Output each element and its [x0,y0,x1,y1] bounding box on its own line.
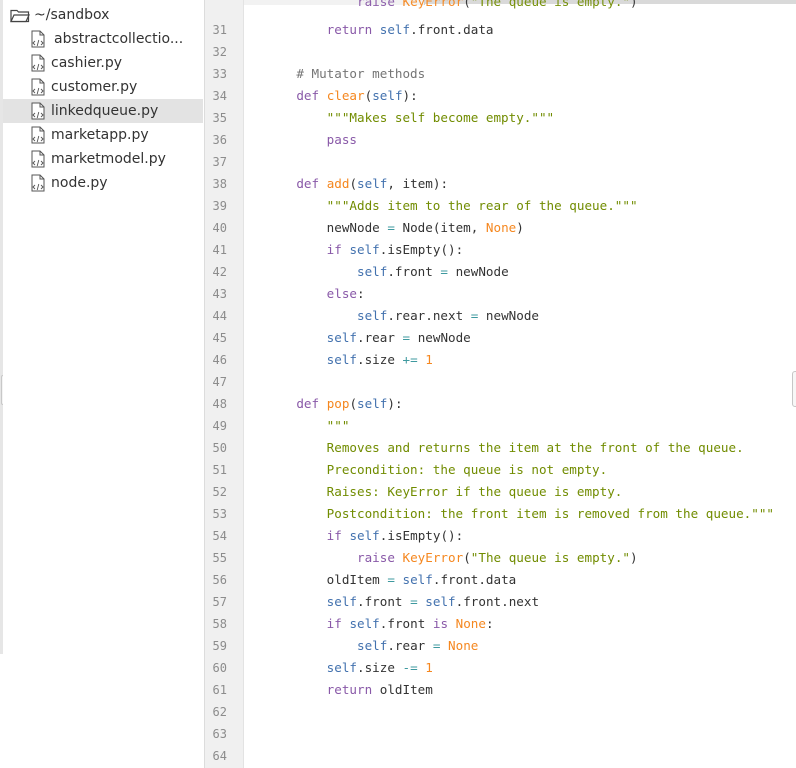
python-file-icon [31,78,45,96]
tree-root-folder[interactable]: ~/sandbox [10,4,109,26]
right-splitter-grip[interactable] [792,371,796,407]
line-number: 38 [212,177,227,191]
line-number: 53 [212,507,227,521]
line-number: 34 [212,89,227,103]
code-line[interactable]: # Mutator methods [266,63,425,85]
line-number: 63 [212,727,227,741]
line-number: 51 [212,463,227,477]
sidebar-file-label: customer.py [51,79,138,95]
python-file-icon [31,126,45,144]
line-number: 52 [212,485,227,499]
code-line[interactable]: self.front = self.front.next [266,591,539,613]
line-number: 56 [212,573,227,587]
code-line[interactable]: newNode = Node(item, None) [266,217,524,239]
sidebar-file-5[interactable]: marketmodel.py [3,147,203,171]
line-number: 60 [212,661,227,675]
sidebar-file-1[interactable]: cashier.py [3,51,203,75]
code-line[interactable]: def pop(self): [266,393,402,415]
line-number: 57 [212,595,227,609]
line-number: 45 [212,331,227,345]
line-number: 42 [212,265,227,279]
line-number: 39 [212,199,227,213]
tree-root-label: ~/sandbox [34,7,110,23]
sidebar-file-label: node.py [51,175,108,191]
line-number: 47 [212,375,227,389]
sidebar-file-label: linkedqueue.py [51,103,159,119]
sidebar-file-0[interactable]: abstractcollectio... [3,27,203,51]
sidebar-file-2[interactable]: customer.py [3,75,203,99]
code-editor[interactable]: raise KeyError("The queue is empty.") 31 … [204,0,796,768]
line-number: 46 [212,353,227,367]
sidebar-file-label: cashier.py [51,55,123,71]
partial-code-line: raise KeyError("The queue is empty.") [357,0,638,9]
code-line[interactable]: Postcondition: the front item is removed… [266,503,774,525]
code-line[interactable]: """Makes self become empty.""" [266,107,554,129]
line-number: 36 [212,133,227,147]
code-line[interactable]: else: [266,283,365,305]
line-number: 44 [212,309,227,323]
python-file-icon [31,150,45,168]
code-line[interactable]: return oldItem [266,679,433,701]
line-number: 58 [212,617,227,631]
file-tree-sidebar: ~/sandbox abstractcollectio... cashier.py… [3,0,203,768]
sidebar-file-6[interactable]: node.py [3,171,203,195]
line-number: 49 [212,419,227,433]
line-number: 64 [212,749,227,763]
python-file-icon [31,54,45,72]
line-number: 32 [212,45,227,59]
code-line[interactable]: if self.isEmpty(): [266,525,464,547]
python-file-icon [31,30,45,48]
code-line[interactable]: self.size -= 1 [266,657,433,679]
line-number: 43 [212,287,227,301]
code-line[interactable]: def add(self, item): [266,173,448,195]
code-line[interactable]: Precondition: the queue is not empty. [266,459,608,481]
line-number: 35 [212,111,227,125]
code-line[interactable]: self.size += 1 [266,349,433,371]
line-number: 50 [212,441,227,455]
code-line[interactable]: self.rear = newNode [266,327,471,349]
line-number: 59 [212,639,227,653]
line-number: 37 [212,155,227,169]
code-line[interactable]: """ [266,415,350,437]
code-line[interactable]: self.rear = None [266,635,478,657]
python-file-icon [31,102,45,120]
code-line[interactable]: pass [266,129,357,151]
line-number: 40 [212,221,227,235]
line-number: 54 [212,529,227,543]
sidebar-file-4[interactable]: marketapp.py [3,123,203,147]
code-line[interactable]: oldItem = self.front.data [266,569,517,591]
line-number: 62 [212,705,227,719]
line-number: 55 [212,551,227,565]
code-line[interactable]: self.rear.next = newNode [266,305,539,327]
code-line[interactable]: """Adds item to the rear of the queue.""… [266,195,638,217]
code-line[interactable]: return self.front.data [266,19,494,41]
code-line[interactable]: def clear(self): [266,85,417,107]
code-line[interactable]: Raises: KeyError if the queue is empty. [266,481,623,503]
code-line[interactable]: self.front = newNode [266,261,509,283]
sidebar-file-label: marketapp.py [51,127,149,143]
python-file-icon [31,174,45,192]
sidebar-file-label: marketmodel.py [51,151,166,167]
code-line[interactable]: if self.front is None: [266,613,494,635]
line-number: 33 [212,67,227,81]
code-line[interactable]: if self.isEmpty(): [266,239,464,261]
line-number: 48 [212,397,227,411]
line-number: 41 [212,243,227,257]
folder-open-icon [10,9,30,23]
sidebar-file-3[interactable]: linkedqueue.py [3,99,203,123]
line-number: 31 [212,23,227,37]
code-line[interactable]: Removes and returns the item at the fron… [266,437,744,459]
sidebar-file-label: abstractcollectio... [54,31,184,47]
code-line[interactable]: raise KeyError("The queue is empty.") [266,547,638,569]
line-number: 61 [212,683,227,697]
